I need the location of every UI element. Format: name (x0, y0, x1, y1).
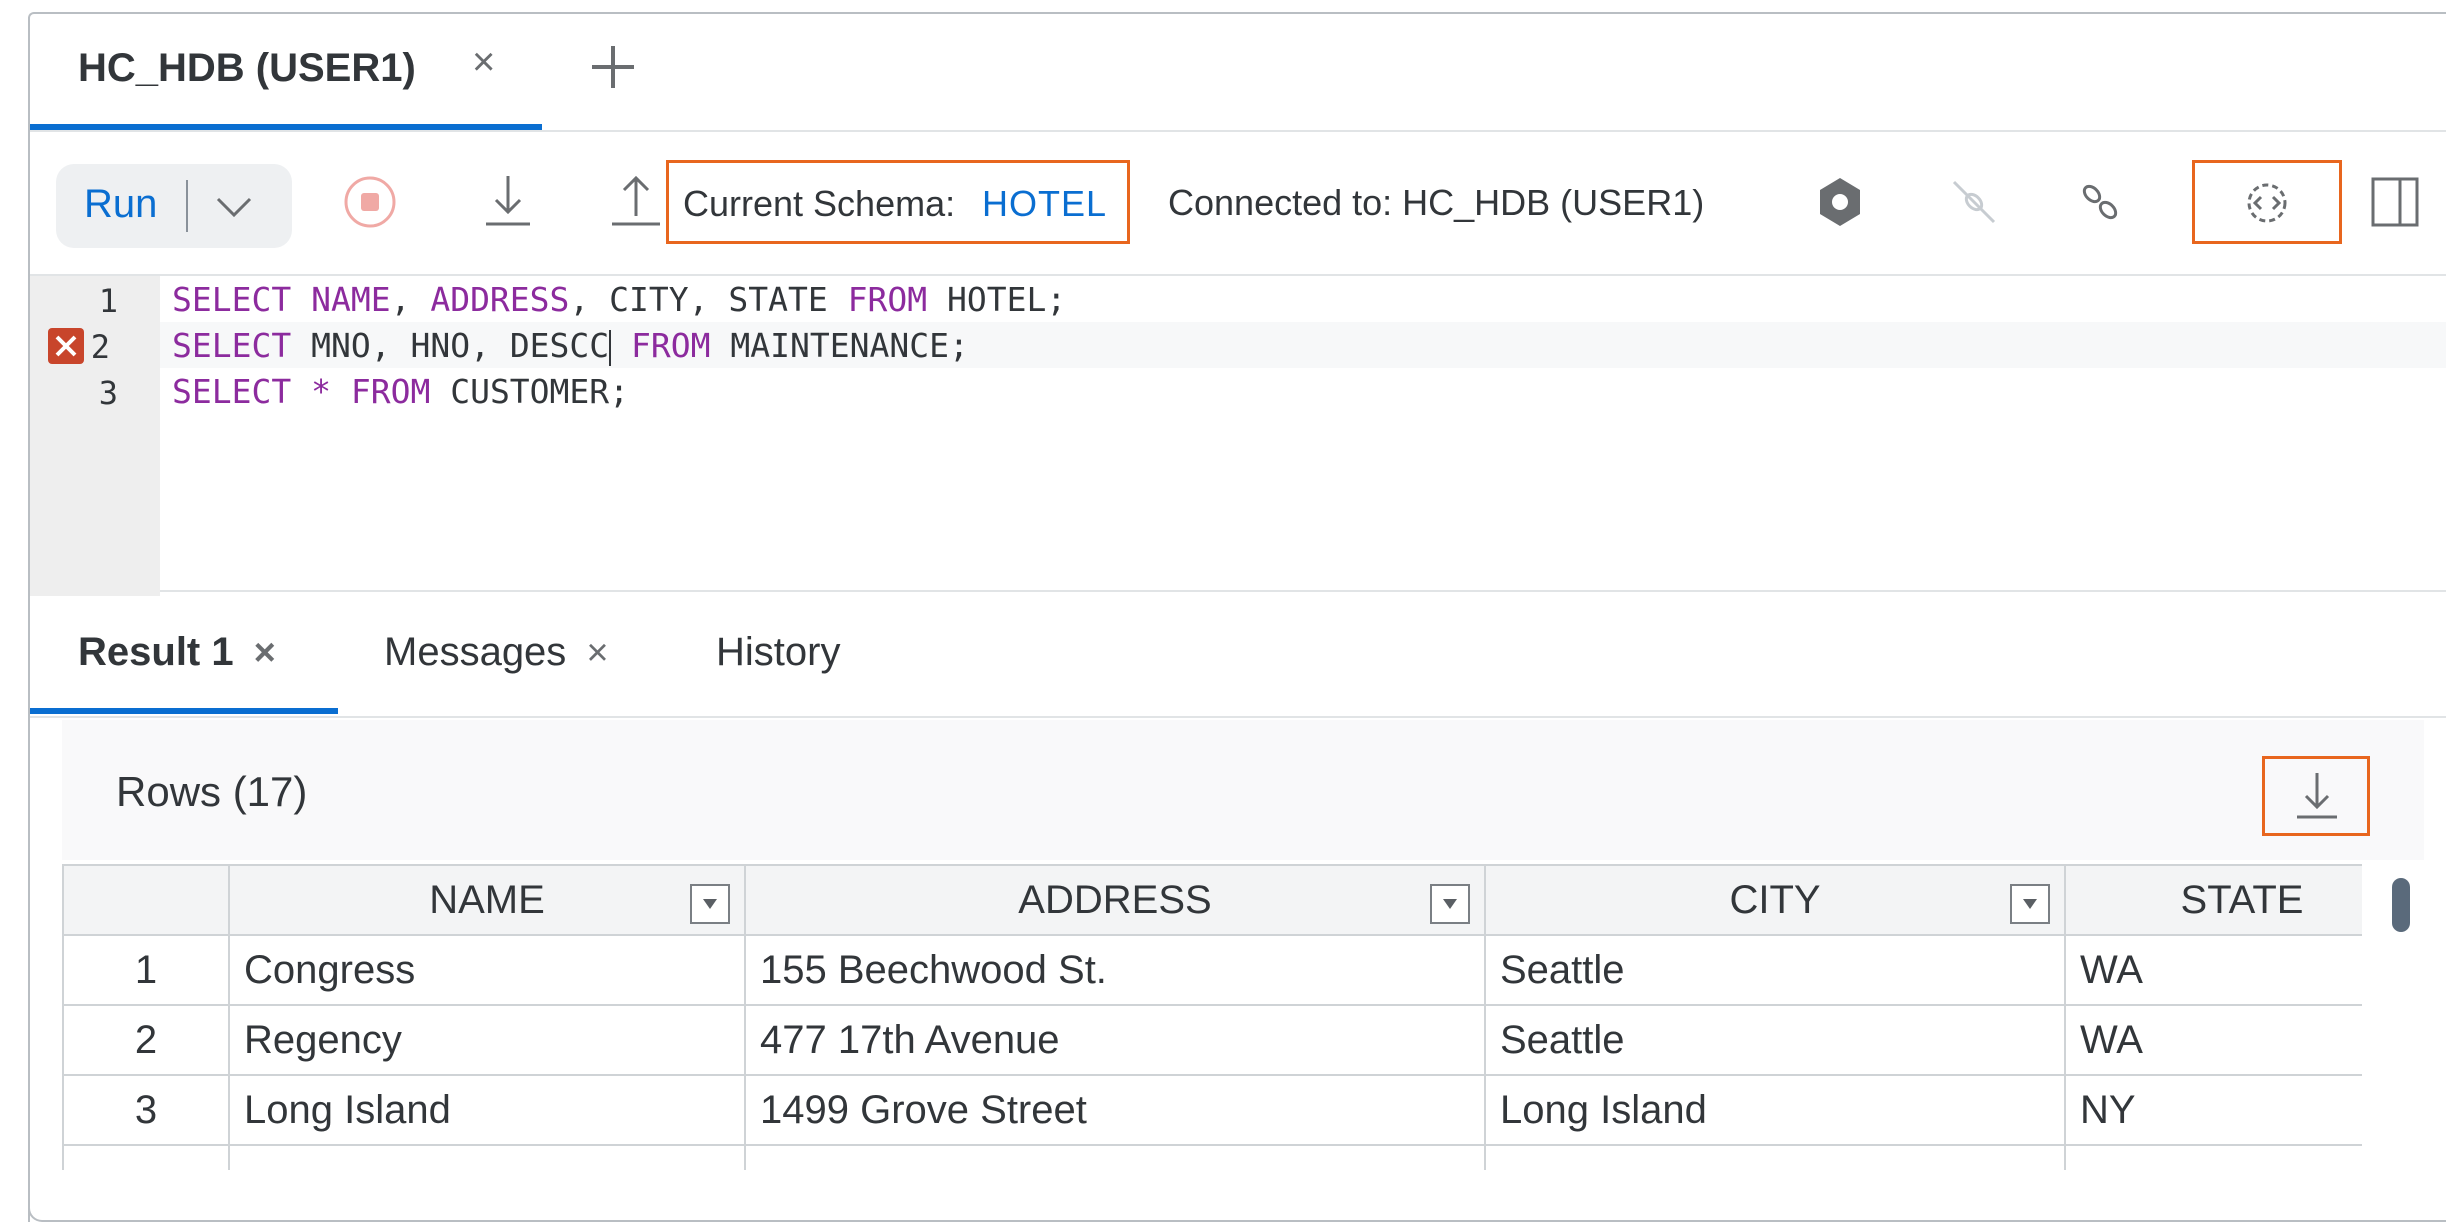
editor-tab-bar: HC_HDB (USER1) × (30, 14, 2446, 132)
cell-name[interactable]: Regency (228, 1004, 746, 1076)
row-number: 3 (62, 1074, 230, 1146)
active-tab-indicator (30, 124, 542, 130)
tab-hc-hdb-user1[interactable]: HC_HDB (USER1) × (30, 14, 542, 130)
cell-name[interactable]: Congress (228, 934, 746, 1006)
table-header-row: NAME ADDRESS CITY STATE (62, 864, 2362, 936)
current-schema-selector[interactable]: Current Schema: HOTEL (666, 160, 1130, 244)
table-row[interactable]: 1 Congress 155 Beechwood St. Seattle WA (62, 934, 2362, 1006)
cell-city[interactable]: Seattle (1484, 1004, 2066, 1076)
sql-editor[interactable]: 1 2 3 SELECT NAME, ADDRESS, CITY, STATE … (30, 276, 2446, 596)
code-line-1: SELECT NAME, ADDRESS, CITY, STATE FROM H… (172, 280, 1067, 319)
rows-count: Rows (17) (116, 768, 308, 815)
cell-address[interactable]: 477 17th Avenue (744, 1004, 1486, 1076)
result-table: NAME ADDRESS CITY STATE 1 Congress 155 B… (62, 864, 2362, 1170)
cell-city[interactable]: Seattle (1484, 934, 2066, 1006)
row-number (62, 1144, 230, 1170)
row-number: 2 (62, 1004, 230, 1076)
line-number: 2 (90, 328, 110, 366)
table-row[interactable]: 3 Long Island 1499 Grove Street Long Isl… (62, 1074, 2362, 1146)
export-results-button[interactable] (2262, 756, 2370, 836)
vertical-scrollbar-thumb[interactable] (2392, 878, 2410, 932)
tab-result-1-label: Result 1 (78, 630, 234, 674)
filter-dropdown-icon[interactable] (690, 884, 730, 924)
download-icon (2297, 773, 2337, 819)
current-schema-value[interactable]: HOTEL (982, 183, 1107, 225)
connection-status: Connected to: HC_HDB (USER1) (1168, 182, 1705, 223)
line-number-gutter (30, 276, 160, 596)
result-tab-bar: Result 1 × Messages × History (30, 590, 2446, 718)
line-number: 3 (98, 374, 118, 412)
line-number: 1 (98, 282, 118, 320)
column-header-city[interactable]: CITY (1484, 864, 2066, 936)
cell-state[interactable]: NY (2064, 1074, 2362, 1146)
column-header-label: NAME (429, 877, 545, 922)
tab-result-1[interactable]: Result 1 × (78, 630, 276, 675)
row-number: 1 (62, 934, 230, 1006)
stop-icon[interactable] (340, 172, 400, 232)
tab-title: HC_HDB (USER1) (78, 46, 416, 90)
cell-address[interactable]: 1499 Grove Street (744, 1074, 1486, 1146)
close-result-tab-icon[interactable]: × (254, 632, 276, 674)
run-options-chevron-down-icon[interactable] (214, 186, 254, 226)
code-line-2: SELECT MNO, HNO, DESCC FROM MAINTENANCE; (172, 326, 969, 366)
code-line-3: SELECT * FROM CUSTOMER; (172, 372, 630, 411)
close-messages-tab-icon[interactable]: × (586, 632, 608, 674)
result-grid-viewport: NAME ADDRESS CITY STATE 1 Congress 155 B… (62, 864, 2362, 1170)
column-header-name[interactable]: NAME (228, 864, 746, 936)
cell-address[interactable] (744, 1144, 1486, 1170)
active-result-tab-indicator (30, 708, 338, 714)
frame-bottom-edge (28, 1208, 2446, 1222)
run-button-group: Run (56, 164, 292, 248)
download-icon[interactable] (478, 172, 538, 232)
column-header-label: CITY (1729, 877, 1821, 922)
cell-state[interactable]: WA (2064, 934, 2362, 1006)
code-area[interactable] (160, 276, 2446, 592)
filter-dropdown-icon[interactable] (2010, 884, 2050, 924)
side-panel-toggle-icon[interactable] (2370, 176, 2420, 228)
add-tab-icon[interactable] (588, 42, 638, 92)
sql-settings-button[interactable] (2192, 160, 2342, 244)
toolbar: Run Current Schema: HOTEL Connected to: … (30, 132, 2446, 276)
row-number-header (62, 864, 230, 936)
current-schema-label: Current Schema: (683, 183, 956, 224)
cell-state[interactable]: WA (2064, 1004, 2362, 1076)
column-header-state[interactable]: STATE (2064, 864, 2362, 936)
upload-icon[interactable] (606, 172, 666, 232)
column-header-address[interactable]: ADDRESS (744, 864, 1486, 936)
cell-city[interactable] (1484, 1144, 2066, 1170)
cell-address[interactable]: 155 Beechwood St. (744, 934, 1486, 1006)
column-header-label: ADDRESS (1018, 877, 1212, 922)
cell-name[interactable]: Long Island (228, 1074, 746, 1146)
column-header-label: STATE (2180, 877, 2304, 922)
filter-dropdown-icon[interactable] (1430, 884, 1470, 924)
cell-name[interactable] (228, 1144, 746, 1170)
connect-link-icon[interactable] (2070, 172, 2130, 232)
cell-state[interactable] (2064, 1144, 2362, 1170)
table-row[interactable] (62, 1144, 2362, 1170)
table-row[interactable]: 2 Regency 477 17th Avenue Seattle WA (62, 1004, 2362, 1076)
database-hexagon-icon[interactable] (1810, 172, 1870, 232)
cell-city[interactable]: Long Island (1484, 1074, 2066, 1146)
tab-messages[interactable]: Messages × (384, 630, 609, 675)
disconnect-icon[interactable] (1944, 172, 2004, 232)
result-header: Rows (17) (62, 720, 2424, 860)
result-panel: Rows (17) NAME ADDRESS CITY STATE 1 Cong… (62, 720, 2424, 1190)
run-separator (186, 180, 188, 232)
tab-messages-label: Messages (384, 630, 567, 674)
run-button[interactable]: Run (84, 182, 157, 227)
close-tab-icon[interactable]: × (472, 40, 495, 85)
tab-history[interactable]: History (716, 630, 840, 675)
code-settings-gear-icon (2247, 183, 2287, 223)
